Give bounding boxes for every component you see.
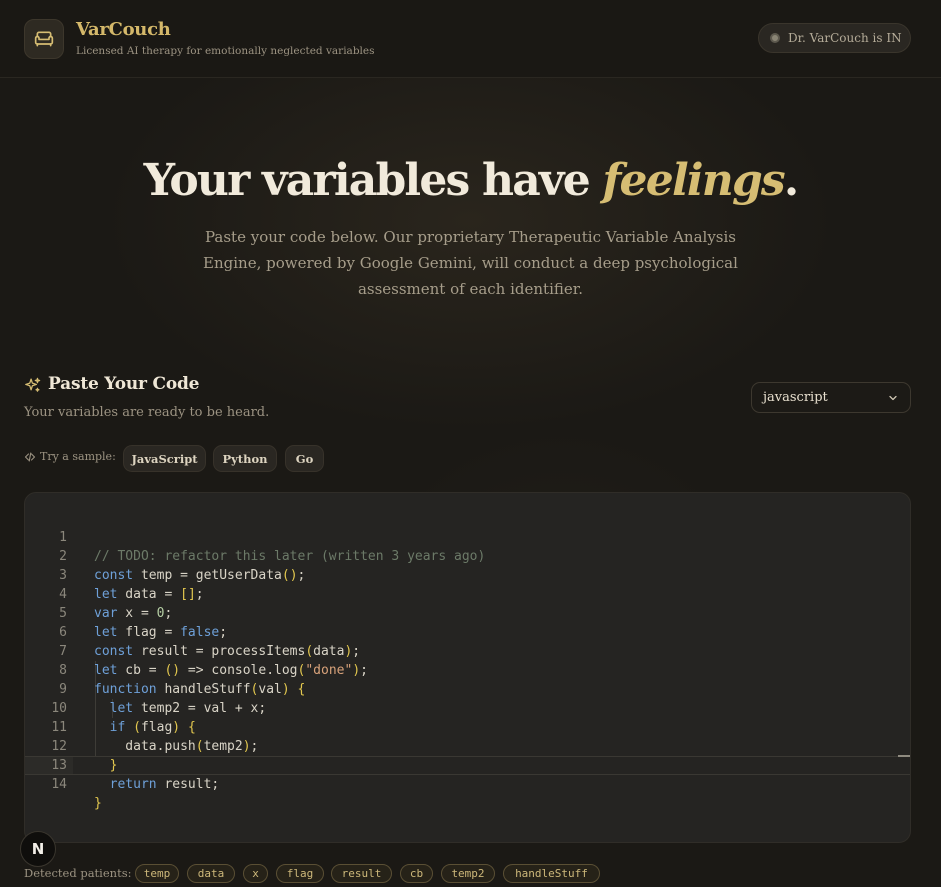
- hero-title-emphasis: feelings: [602, 155, 785, 206]
- code-line: 6 const result = processItems(data);: [25, 604, 910, 659]
- try-sample-label: Try a sample:: [24, 450, 116, 463]
- patient-tag[interactable]: cb: [400, 864, 433, 883]
- scrollbar-marker[interactable]: [898, 755, 910, 757]
- couch-icon: [34, 31, 54, 47]
- paste-code-title: Paste Your Code: [48, 374, 200, 394]
- language-select-value: javascript: [763, 390, 828, 405]
- detected-patients-label: Detected patients:: [24, 866, 132, 880]
- patient-tag[interactable]: flag: [276, 864, 324, 883]
- paste-code-subtitle: Your variables are ready to be heard.: [24, 405, 270, 420]
- patient-tag[interactable]: x: [243, 864, 268, 883]
- code-icon: [24, 451, 36, 462]
- brand-tagline: Licensed AI therapy for emotionally negl…: [76, 45, 375, 57]
- try-sample-text: Try a sample:: [40, 450, 116, 463]
- code-line: 5 let flag = false;: [25, 585, 910, 640]
- sample-javascript-button[interactable]: JavaScript: [123, 445, 206, 472]
- patient-tag[interactable]: data: [187, 864, 235, 883]
- n-logo-badge[interactable]: N: [20, 831, 56, 867]
- code-line: 8 function handleStuff(val) {: [25, 642, 910, 697]
- patient-tag[interactable]: temp: [135, 864, 179, 883]
- hero-title: Your variables have feelings.: [0, 155, 941, 206]
- code-line: 2 const temp = getUserData();: [25, 528, 910, 583]
- hero-title-prefix: Your variables have: [143, 155, 603, 206]
- sample-go-button[interactable]: Go: [285, 445, 324, 472]
- logo[interactable]: [24, 19, 64, 59]
- code-line: 4 var x = 0;: [25, 566, 910, 621]
- line-text: return result;: [109, 777, 220, 792]
- code-editor[interactable]: 1 // TODO: refactor this later (written …: [24, 492, 911, 843]
- code-line: 1 // TODO: refactor this later (written …: [25, 509, 910, 564]
- code-line: 11 data.push(temp2);: [25, 699, 910, 754]
- hero-title-suffix: .: [783, 155, 799, 206]
- code-line: 14 }: [25, 756, 910, 811]
- status-dot-icon: [770, 33, 780, 43]
- language-select[interactable]: javascript: [751, 382, 911, 413]
- code-line: 10 if (flag) {: [25, 680, 910, 735]
- line-text: }: [94, 796, 102, 811]
- status-badge: Dr. VarCouch is IN: [758, 23, 911, 53]
- line-number: 14: [51, 777, 67, 792]
- code-line: 7 let cb = () => console.log("done");: [25, 623, 910, 678]
- sparkles-icon: [25, 377, 41, 392]
- patient-tag[interactable]: temp2: [441, 864, 495, 883]
- chevron-down-icon: [889, 395, 897, 401]
- code-line: 3 let data = [];: [25, 547, 910, 602]
- code-line: 9 let temp2 = val + x;: [25, 661, 910, 716]
- brand-name: VarCouch: [76, 19, 171, 40]
- sample-python-button[interactable]: Python: [213, 445, 277, 472]
- code-line: 12 }: [25, 718, 910, 773]
- code-line: 13 return result;: [25, 737, 910, 792]
- patient-tag[interactable]: handleStuff: [503, 864, 600, 883]
- patient-tag[interactable]: result: [331, 864, 392, 883]
- hero-description: Paste your code below. Our proprietary T…: [203, 228, 738, 298]
- status-text: Dr. VarCouch is IN: [788, 31, 902, 45]
- app-header: VarCouch Licensed AI therapy for emotion…: [0, 0, 941, 78]
